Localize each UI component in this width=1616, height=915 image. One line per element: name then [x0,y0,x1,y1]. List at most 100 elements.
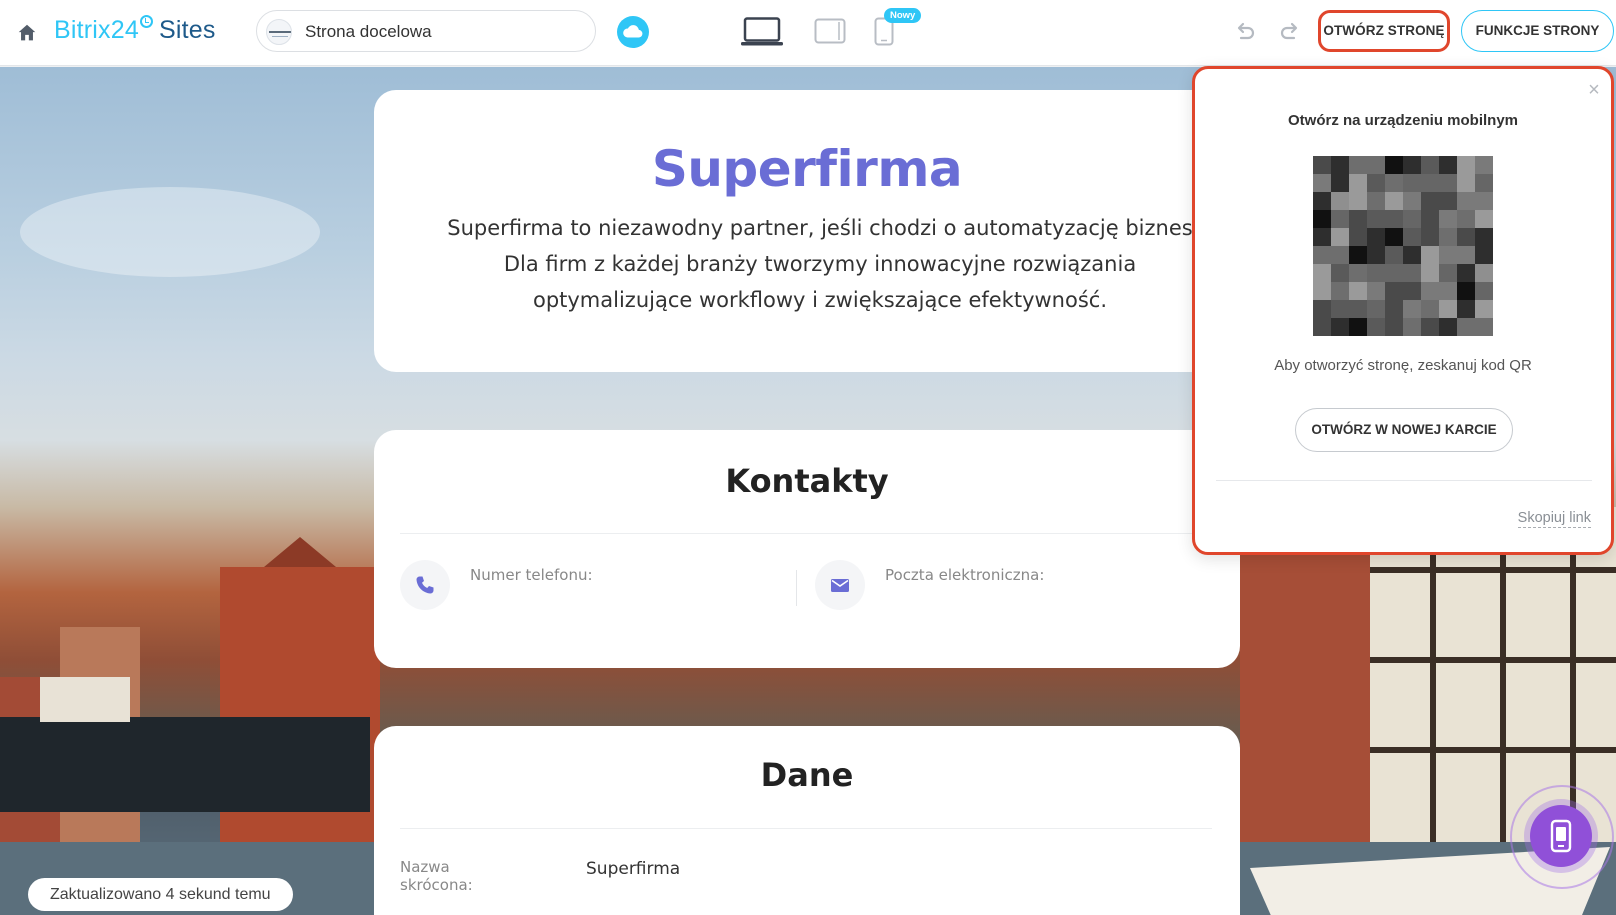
qr-cell [1313,228,1331,246]
qr-cell [1457,210,1475,228]
qr-cell [1403,282,1421,300]
qr-cell [1349,174,1367,192]
qr-cell [1421,300,1439,318]
hero-text: Superfirma to niezawodny partner, jeśli … [447,216,1193,312]
qr-cell [1385,246,1403,264]
qr-cell [1403,246,1421,264]
phone-label: Numer telefonu: [470,566,593,584]
qr-cell [1331,210,1349,228]
page-features-button[interactable]: FUNKCJE STRONY [1461,10,1614,52]
qr-cell [1331,282,1349,300]
qr-cell [1331,228,1349,246]
qr-cell [1457,318,1475,336]
contacts-block[interactable]: Kontakty Numer telefonu: Poczta elektron… [374,430,1240,668]
qr-cell [1421,192,1439,210]
copy-link-button[interactable]: Skopiuj link [1517,509,1591,528]
hero-block[interactable]: Superfirma Superfirma to niezawodny part… [374,90,1240,372]
qr-cell [1439,282,1457,300]
qr-cell [1367,282,1385,300]
qr-cell [1385,318,1403,336]
qr-cell [1313,300,1331,318]
mobile-preview-icon[interactable] [1530,805,1592,867]
qr-cell [1367,210,1385,228]
qr-cell [1439,318,1457,336]
editor-toolbar: Bitrix24 Sites Strona docelowa Nowy OTWÓR… [0,0,1616,66]
tablet-icon[interactable] [814,18,846,44]
qr-cell [1313,156,1331,174]
qr-cell [1439,228,1457,246]
popup-hint: Aby otworzyć stronę, zeskanuj kod QR [1274,357,1532,374]
qr-cell [1385,228,1403,246]
qr-cell [1313,318,1331,336]
qr-cell [1367,264,1385,282]
site-selector[interactable]: Strona docelowa [256,10,596,52]
open-page-button[interactable]: OTWÓRZ STRONĘ [1318,10,1450,52]
qr-cell [1421,318,1439,336]
background-ship [0,717,370,812]
qr-cell [1403,264,1421,282]
qr-cell [1331,300,1349,318]
qr-cell [1457,264,1475,282]
company-data-block[interactable]: Dane Nazwa skrócona: Superfirma [374,726,1240,915]
qr-cell [1421,246,1439,264]
qr-cell [1439,174,1457,192]
divider [796,570,797,606]
qr-cell [1313,192,1331,210]
qr-cell [1457,192,1475,210]
qr-cell [1331,318,1349,336]
qr-cell [1331,246,1349,264]
qr-cell [1475,174,1493,192]
brand-product: Sites [158,16,216,44]
qr-cell [1313,264,1331,282]
qr-cell [1421,174,1439,192]
qr-cell [1457,300,1475,318]
qr-cell [1439,300,1457,318]
qr-cell [1313,210,1331,228]
qr-cell [1367,318,1385,336]
qr-cell [1349,318,1367,336]
brand-logo[interactable]: Bitrix24 Sites [54,15,216,45]
qr-cell [1439,210,1457,228]
contacts-title: Kontakty [725,462,889,500]
qr-cell [1475,282,1493,300]
background-ship [40,677,130,722]
qr-cell [1385,210,1403,228]
qr-cell [1385,192,1403,210]
qr-cell [1349,264,1367,282]
qr-cell [1403,210,1421,228]
qr-cell [1367,192,1385,210]
qr-cell [1475,264,1493,282]
site-thumbnail [266,19,292,45]
qr-cell [1349,246,1367,264]
qr-cell [1385,264,1403,282]
qr-cell [1385,300,1403,318]
qr-cell [1331,174,1349,192]
brand-name: Bitrix24 [54,16,139,44]
qr-cell [1475,246,1493,264]
qr-cell [1331,264,1349,282]
close-icon[interactable]: × [1585,80,1603,100]
company-data-title: Dane [760,756,854,794]
background-cloud [20,187,320,277]
background-building [1240,537,1370,867]
qr-cell [1403,174,1421,192]
qr-cell [1349,210,1367,228]
open-new-tab-button[interactable]: OTWÓRZ W NOWEJ KARCIE [1295,408,1513,452]
qr-cell [1475,210,1493,228]
qr-cell [1457,282,1475,300]
undo-icon[interactable] [1232,19,1258,45]
qr-cell [1385,174,1403,192]
qr-cell [1475,228,1493,246]
redo-icon[interactable] [1277,19,1303,45]
divider [400,533,1212,534]
qr-cell [1367,156,1385,174]
qr-cell [1439,156,1457,174]
qr-cell [1421,264,1439,282]
cloud-icon[interactable] [617,16,649,48]
qr-cell [1403,228,1421,246]
divider [400,828,1212,829]
home-icon[interactable] [16,22,38,44]
divider [1216,480,1592,481]
new-badge: Nowy [884,8,922,23]
laptop-icon[interactable] [740,17,784,47]
